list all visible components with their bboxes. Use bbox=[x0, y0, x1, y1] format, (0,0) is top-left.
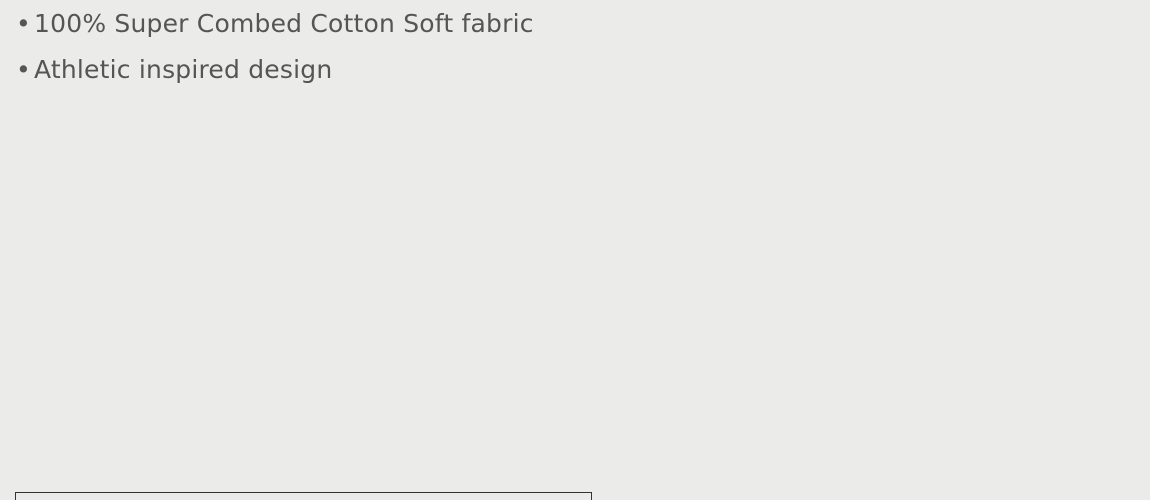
feature-item: • Athletic inspired design bbox=[16, 52, 534, 98]
feature-text: Athletic inspired design bbox=[34, 55, 333, 84]
bullet-icon: • bbox=[16, 9, 31, 38]
bullet-icon: • bbox=[16, 55, 31, 84]
partial-box bbox=[15, 492, 592, 500]
feature-item: • 100% Super Combed Cotton Soft fabric bbox=[16, 6, 534, 52]
feature-text: 100% Super Combed Cotton Soft fabric bbox=[34, 9, 534, 38]
product-feature-list: • 100% Super Combed Cotton Soft fabric • A… bbox=[16, 6, 534, 98]
